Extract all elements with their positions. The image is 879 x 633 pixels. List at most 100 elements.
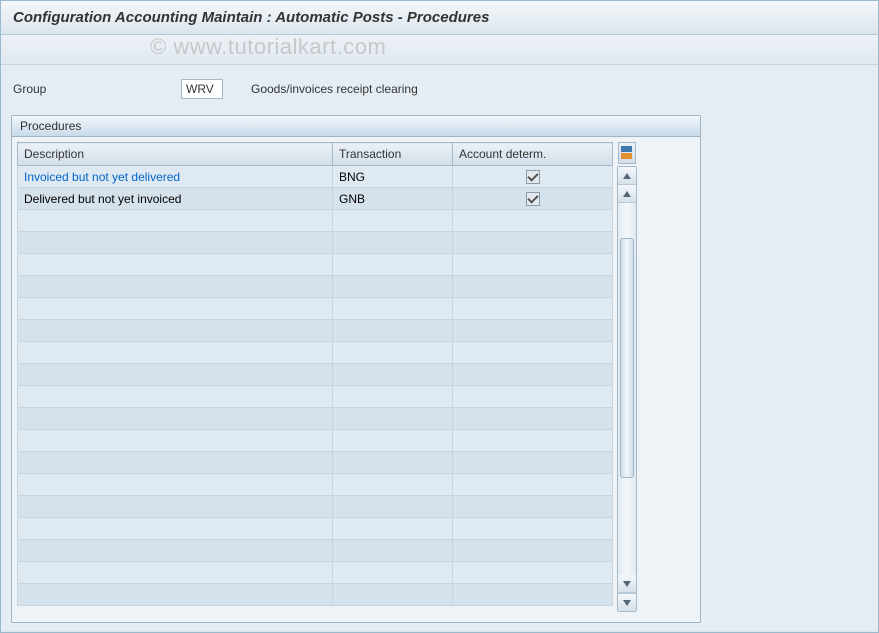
cell-empty[interactable] <box>333 210 453 232</box>
cell-empty[interactable] <box>453 496 613 518</box>
table-row[interactable] <box>18 518 613 540</box>
cell-empty[interactable] <box>333 298 453 320</box>
cell-empty[interactable] <box>453 210 613 232</box>
cell-empty[interactable] <box>453 474 613 496</box>
table-row[interactable] <box>18 540 613 562</box>
scroll-thumb[interactable] <box>620 238 634 478</box>
cell-empty[interactable] <box>18 452 333 474</box>
cell-empty[interactable] <box>333 386 453 408</box>
group-description: Goods/invoices receipt clearing <box>223 82 418 96</box>
cell-empty[interactable] <box>453 254 613 276</box>
table-config-icon[interactable] <box>618 142 636 164</box>
cell-empty[interactable] <box>453 364 613 386</box>
cell-description[interactable]: Invoiced but not yet delivered <box>18 166 333 188</box>
cell-empty[interactable] <box>18 584 333 606</box>
cell-empty[interactable] <box>333 452 453 474</box>
cell-empty[interactable] <box>333 232 453 254</box>
cell-transaction[interactable]: BNG <box>333 166 453 188</box>
table-row[interactable] <box>18 276 613 298</box>
scroll-up-button[interactable] <box>618 167 636 185</box>
cell-empty[interactable] <box>333 254 453 276</box>
cell-empty[interactable] <box>333 518 453 540</box>
table-row[interactable] <box>18 408 613 430</box>
table-row[interactable] <box>18 496 613 518</box>
col-header-account-determ[interactable]: Account determ. <box>453 143 613 166</box>
table-row[interactable] <box>18 254 613 276</box>
procedures-table: Description Transaction Account determ. … <box>17 142 613 606</box>
table-row[interactable] <box>18 386 613 408</box>
cell-empty[interactable] <box>18 364 333 386</box>
cell-empty[interactable] <box>453 408 613 430</box>
group-input[interactable] <box>181 79 223 99</box>
cell-empty[interactable] <box>18 518 333 540</box>
cell-empty[interactable] <box>18 320 333 342</box>
cell-empty[interactable] <box>18 562 333 584</box>
chevron-down-icon <box>623 581 631 587</box>
cell-description[interactable]: Delivered but not yet invoiced <box>18 188 333 210</box>
table-row[interactable] <box>18 584 613 606</box>
cell-empty[interactable] <box>333 408 453 430</box>
cell-empty[interactable] <box>453 320 613 342</box>
cell-empty[interactable] <box>453 386 613 408</box>
scroll-track[interactable] <box>618 203 636 575</box>
cell-empty[interactable] <box>18 232 333 254</box>
checkbox-icon[interactable] <box>526 192 540 206</box>
cell-account-determ[interactable] <box>453 188 613 210</box>
table-row[interactable] <box>18 562 613 584</box>
cell-empty[interactable] <box>18 430 333 452</box>
cell-empty[interactable] <box>18 474 333 496</box>
cell-empty[interactable] <box>333 364 453 386</box>
cell-empty[interactable] <box>333 342 453 364</box>
cell-empty[interactable] <box>453 430 613 452</box>
cell-empty[interactable] <box>18 540 333 562</box>
cell-empty[interactable] <box>453 232 613 254</box>
table-row[interactable] <box>18 430 613 452</box>
cell-empty[interactable] <box>333 562 453 584</box>
cell-account-determ[interactable] <box>453 166 613 188</box>
table-row[interactable] <box>18 232 613 254</box>
table-row[interactable] <box>18 364 613 386</box>
chevron-up-icon <box>623 173 631 179</box>
cell-empty[interactable] <box>18 408 333 430</box>
cell-empty[interactable] <box>18 386 333 408</box>
scroll-down-button[interactable] <box>618 593 636 611</box>
vertical-scrollbar[interactable] <box>617 166 637 612</box>
table-row[interactable] <box>18 452 613 474</box>
cell-empty[interactable] <box>333 474 453 496</box>
scroll-up-line-button[interactable] <box>618 185 636 203</box>
cell-empty[interactable] <box>333 540 453 562</box>
scroll-down-line-button[interactable] <box>618 575 636 593</box>
table-row[interactable] <box>18 298 613 320</box>
checkbox-icon[interactable] <box>526 170 540 184</box>
cell-empty[interactable] <box>18 276 333 298</box>
cell-empty[interactable] <box>333 320 453 342</box>
cell-empty[interactable] <box>453 518 613 540</box>
col-header-transaction[interactable]: Transaction <box>333 143 453 166</box>
table-row[interactable]: Delivered but not yet invoicedGNB <box>18 188 613 210</box>
cell-empty[interactable] <box>333 496 453 518</box>
cell-transaction[interactable]: GNB <box>333 188 453 210</box>
cell-empty[interactable] <box>453 562 613 584</box>
col-header-description[interactable]: Description <box>18 143 333 166</box>
cell-empty[interactable] <box>453 342 613 364</box>
cell-empty[interactable] <box>18 298 333 320</box>
cell-empty[interactable] <box>18 254 333 276</box>
table-row[interactable]: Invoiced but not yet deliveredBNG <box>18 166 613 188</box>
cell-empty[interactable] <box>453 452 613 474</box>
cell-empty[interactable] <box>18 342 333 364</box>
cell-empty[interactable] <box>453 298 613 320</box>
cell-empty[interactable] <box>453 584 613 606</box>
chevron-down-icon <box>623 600 631 606</box>
table-row[interactable] <box>18 474 613 496</box>
table-row[interactable] <box>18 320 613 342</box>
cell-empty[interactable] <box>453 540 613 562</box>
cell-empty[interactable] <box>333 430 453 452</box>
cell-empty[interactable] <box>18 210 333 232</box>
cell-empty[interactable] <box>453 276 613 298</box>
cell-empty[interactable] <box>333 276 453 298</box>
table-row[interactable] <box>18 210 613 232</box>
table-row[interactable] <box>18 342 613 364</box>
chevron-up-icon <box>623 191 631 197</box>
cell-empty[interactable] <box>333 584 453 606</box>
cell-empty[interactable] <box>18 496 333 518</box>
